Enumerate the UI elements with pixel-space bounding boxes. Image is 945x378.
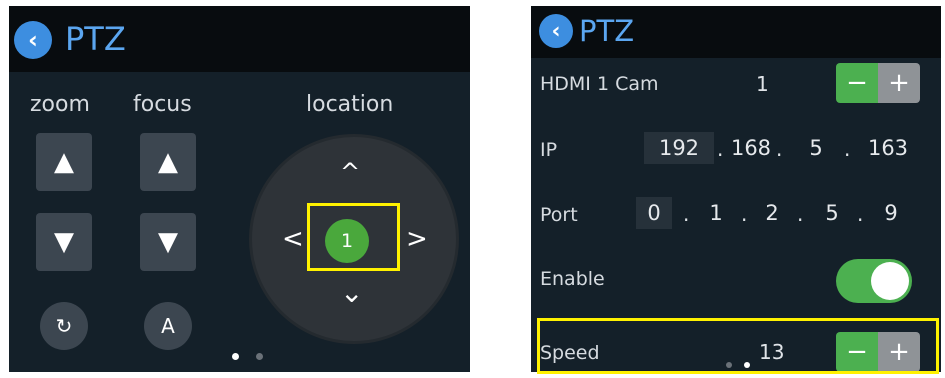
header-bar: ‹ PTZ [531, 6, 941, 58]
focus-label: focus [133, 92, 192, 117]
pan-up-arrow-icon[interactable]: ^ [340, 158, 360, 186]
page-title: PTZ [579, 14, 635, 48]
ip-label: IP [540, 139, 558, 161]
autofocus-label: A [161, 314, 175, 338]
enable-toggle[interactable] [836, 259, 912, 303]
zoom-reset-button[interactable]: ↻ [40, 302, 88, 350]
zoom-out-button[interactable]: ▼ [36, 213, 92, 271]
chevron-left-icon: ‹ [551, 18, 561, 44]
hdmi-increment-button[interactable]: + [878, 63, 920, 103]
autofocus-button[interactable]: A [144, 302, 192, 350]
reset-icon: ↻ [55, 314, 73, 338]
port-digit-3-field[interactable]: 2 [757, 197, 787, 229]
highlight-box [307, 203, 400, 271]
port-digit-5-field[interactable]: 9 [873, 197, 909, 229]
page-title: PTZ [65, 20, 126, 58]
port-label: Port [540, 204, 578, 226]
focus-in-button[interactable]: ▲ [140, 133, 196, 191]
ip-dot: . [844, 137, 851, 161]
chevron-left-icon: ‹ [28, 26, 38, 54]
ip-octet-3-field[interactable]: 5 [801, 132, 831, 164]
pan-down-arrow-icon[interactable]: ⌄ [340, 276, 363, 309]
port-dot: . [683, 202, 690, 226]
port-dot: . [857, 202, 864, 226]
ip-dot: . [776, 137, 783, 161]
triangle-up-icon: ▲ [54, 147, 74, 177]
pan-right-arrow-icon[interactable]: > [406, 224, 428, 254]
hdmi-cam-value: 1 [756, 72, 769, 96]
port-dot: . [741, 202, 748, 226]
triangle-down-icon: ▼ [158, 227, 178, 257]
zoom-in-button[interactable]: ▲ [36, 133, 92, 191]
zoom-label: zoom [30, 92, 90, 117]
header-bar: ‹ PTZ [9, 6, 470, 72]
focus-out-button[interactable]: ▼ [140, 213, 196, 271]
enable-label: Enable [540, 268, 605, 290]
hdmi-decrement-button[interactable]: − [836, 63, 878, 103]
ip-octet-4-field[interactable]: 163 [856, 132, 920, 164]
back-button[interactable]: ‹ [14, 21, 52, 59]
port-digit-2-field[interactable]: 1 [701, 197, 731, 229]
port-digit-4-field[interactable]: 5 [817, 197, 847, 229]
page-dot-active[interactable] [232, 353, 239, 360]
hdmi-cam-label: HDMI 1 Cam [540, 73, 659, 95]
back-button[interactable]: ‹ [539, 14, 573, 48]
ip-dot: . [717, 137, 724, 161]
page-dot[interactable] [256, 353, 263, 360]
port-digit-1-field[interactable]: 0 [636, 197, 672, 229]
ip-octet-1-field[interactable]: 192 [644, 132, 714, 164]
location-label: location [306, 92, 394, 117]
triangle-down-icon: ▼ [54, 227, 74, 257]
triangle-up-icon: ▲ [158, 147, 178, 177]
port-dot: . [797, 202, 804, 226]
highlight-box [537, 318, 939, 374]
pan-left-arrow-icon[interactable]: < [282, 224, 304, 254]
toggle-knob [871, 262, 909, 300]
ptz-control-panel: ‹ PTZ zoom focus location ▲ ▲ ▼ ▼ ↻ A ^ … [9, 6, 470, 372]
ip-octet-2-field[interactable]: 168 [728, 132, 774, 164]
